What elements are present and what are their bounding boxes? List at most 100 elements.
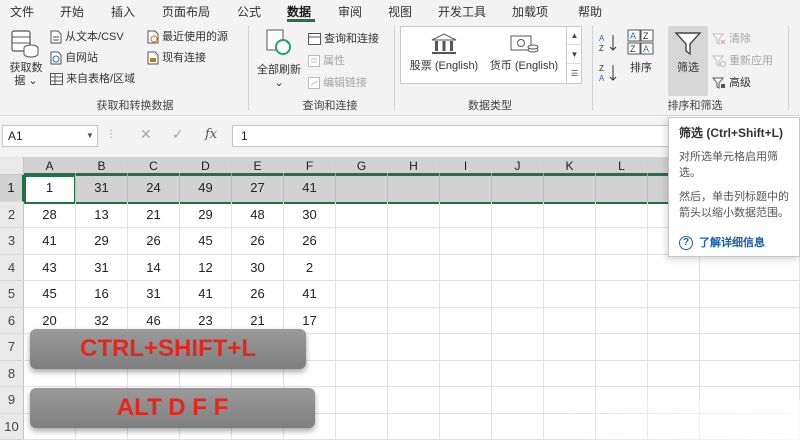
cell-i8[interactable] <box>440 360 492 387</box>
cell-e3[interactable]: 26 <box>232 228 284 255</box>
cell-b4[interactable]: 31 <box>76 254 128 281</box>
cell-l7[interactable] <box>596 334 648 361</box>
cell-a4[interactable]: 43 <box>24 254 76 281</box>
menu-insert[interactable]: 插入 <box>111 3 135 20</box>
cell-m7[interactable] <box>648 334 700 361</box>
column-header-h[interactable]: H <box>388 157 440 175</box>
sort-desc-button[interactable]: Z A <box>598 62 620 84</box>
cell-d1[interactable]: 49 <box>180 175 232 202</box>
cell-b3[interactable]: 29 <box>76 228 128 255</box>
filter-button[interactable]: 筛选 <box>668 26 708 96</box>
properties-button[interactable]: 属性 <box>308 52 345 68</box>
cell-m8[interactable] <box>648 360 700 387</box>
cell-i1[interactable] <box>440 175 492 202</box>
column-header-d[interactable]: D <box>180 157 232 175</box>
reapply-button[interactable]: 重新应用 <box>712 52 773 68</box>
column-header-l[interactable]: L <box>596 157 648 175</box>
row-header-6[interactable]: 6 <box>0 307 24 334</box>
cell-e5[interactable]: 26 <box>232 281 284 308</box>
currencies-button[interactable]: 货币 (English) <box>484 30 564 80</box>
cell-g3[interactable] <box>336 228 388 255</box>
menu-developer[interactable]: 开发工具 <box>438 3 486 20</box>
cell-c4[interactable]: 14 <box>128 254 180 281</box>
row-header-4[interactable]: 4 <box>0 254 24 281</box>
cell-b1[interactable]: 31 <box>76 175 128 202</box>
cell-h5[interactable] <box>388 281 440 308</box>
cell-m4[interactable] <box>648 254 700 281</box>
cell-j4[interactable] <box>492 254 544 281</box>
row-header-8[interactable]: 8 <box>0 360 24 387</box>
cell-g5[interactable] <box>336 281 388 308</box>
column-header-c[interactable]: C <box>128 157 180 175</box>
row-header-5[interactable]: 5 <box>0 281 24 308</box>
stocks-button[interactable]: 股票 (English) <box>404 30 484 80</box>
scroll-down-icon[interactable]: ▼ <box>567 45 582 64</box>
cell-h4[interactable] <box>388 254 440 281</box>
queries-connections-button[interactable]: 查询和连接 <box>308 30 379 46</box>
name-box-dropdown-icon[interactable]: ▼ <box>86 131 94 140</box>
column-header-g[interactable]: G <box>336 157 388 175</box>
cell-n7[interactable] <box>700 334 800 361</box>
sort-asc-button[interactable]: A Z <box>598 32 620 54</box>
menu-data[interactable]: 数据 <box>287 3 311 20</box>
cell-m5[interactable] <box>648 281 700 308</box>
cell-i4[interactable] <box>440 254 492 281</box>
cell-e2[interactable]: 48 <box>232 201 284 228</box>
cell-j8[interactable] <box>492 360 544 387</box>
cell-l8[interactable] <box>596 360 648 387</box>
cell-c3[interactable]: 26 <box>128 228 180 255</box>
cell-k4[interactable] <box>544 254 596 281</box>
cell-f3[interactable]: 26 <box>284 228 336 255</box>
menu-home[interactable]: 开始 <box>60 3 84 20</box>
cell-l2[interactable] <box>596 201 648 228</box>
edit-links-button[interactable]: 编辑链接 <box>308 74 367 90</box>
cell-e4[interactable]: 30 <box>232 254 284 281</box>
row-header-9[interactable]: 9 <box>0 387 24 414</box>
column-header-f[interactable]: F <box>284 157 336 175</box>
from-text-csv-button[interactable]: 从文本/CSV <box>50 28 124 44</box>
existing-connections-button[interactable]: 现有连接 <box>147 49 206 65</box>
cell-i10[interactable] <box>440 413 492 440</box>
learn-more-link[interactable]: ? 了解详细信息 <box>679 234 765 251</box>
row-header-3[interactable]: 3 <box>0 228 24 255</box>
cell-c2[interactable]: 21 <box>128 201 180 228</box>
cell-g9[interactable] <box>336 387 388 414</box>
cell-g7[interactable] <box>336 334 388 361</box>
cell-j10[interactable] <box>492 413 544 440</box>
cell-g4[interactable] <box>336 254 388 281</box>
menu-file[interactable]: 文件 <box>10 3 34 20</box>
cell-k2[interactable] <box>544 201 596 228</box>
cell-d4[interactable]: 12 <box>180 254 232 281</box>
cell-f1[interactable]: 41 <box>284 175 336 202</box>
cell-i2[interactable] <box>440 201 492 228</box>
menu-view[interactable]: 视图 <box>388 3 412 20</box>
recent-sources-button[interactable]: 最近使用的源 <box>147 28 228 44</box>
cell-j2[interactable] <box>492 201 544 228</box>
cell-n5[interactable] <box>700 281 800 308</box>
cell-h1[interactable] <box>388 175 440 202</box>
cell-i9[interactable] <box>440 387 492 414</box>
cell-h10[interactable] <box>388 413 440 440</box>
advanced-filter-button[interactable]: 高级 <box>712 74 751 90</box>
cell-k3[interactable] <box>544 228 596 255</box>
menu-addins[interactable]: 加载项 <box>512 3 548 20</box>
sort-button[interactable]: A Z Z A 排序 <box>624 26 658 92</box>
cell-f5[interactable]: 41 <box>284 281 336 308</box>
cell-i5[interactable] <box>440 281 492 308</box>
cell-k8[interactable] <box>544 360 596 387</box>
cell-n8[interactable] <box>700 360 800 387</box>
insert-function-icon[interactable]: fx <box>205 127 217 142</box>
cell-h6[interactable] <box>388 307 440 334</box>
cell-k6[interactable] <box>544 307 596 334</box>
cell-h9[interactable] <box>388 387 440 414</box>
cell-l5[interactable] <box>596 281 648 308</box>
cell-l6[interactable] <box>596 307 648 334</box>
cell-d2[interactable]: 29 <box>180 201 232 228</box>
cell-i6[interactable] <box>440 307 492 334</box>
row-header-1[interactable]: 1 <box>0 175 24 202</box>
cell-f2[interactable]: 30 <box>284 201 336 228</box>
get-data-button[interactable]: 获取数 据 ⌄ <box>4 26 46 92</box>
cell-m6[interactable] <box>648 307 700 334</box>
column-header-j[interactable]: J <box>492 157 544 175</box>
column-header-b[interactable]: B <box>76 157 128 175</box>
